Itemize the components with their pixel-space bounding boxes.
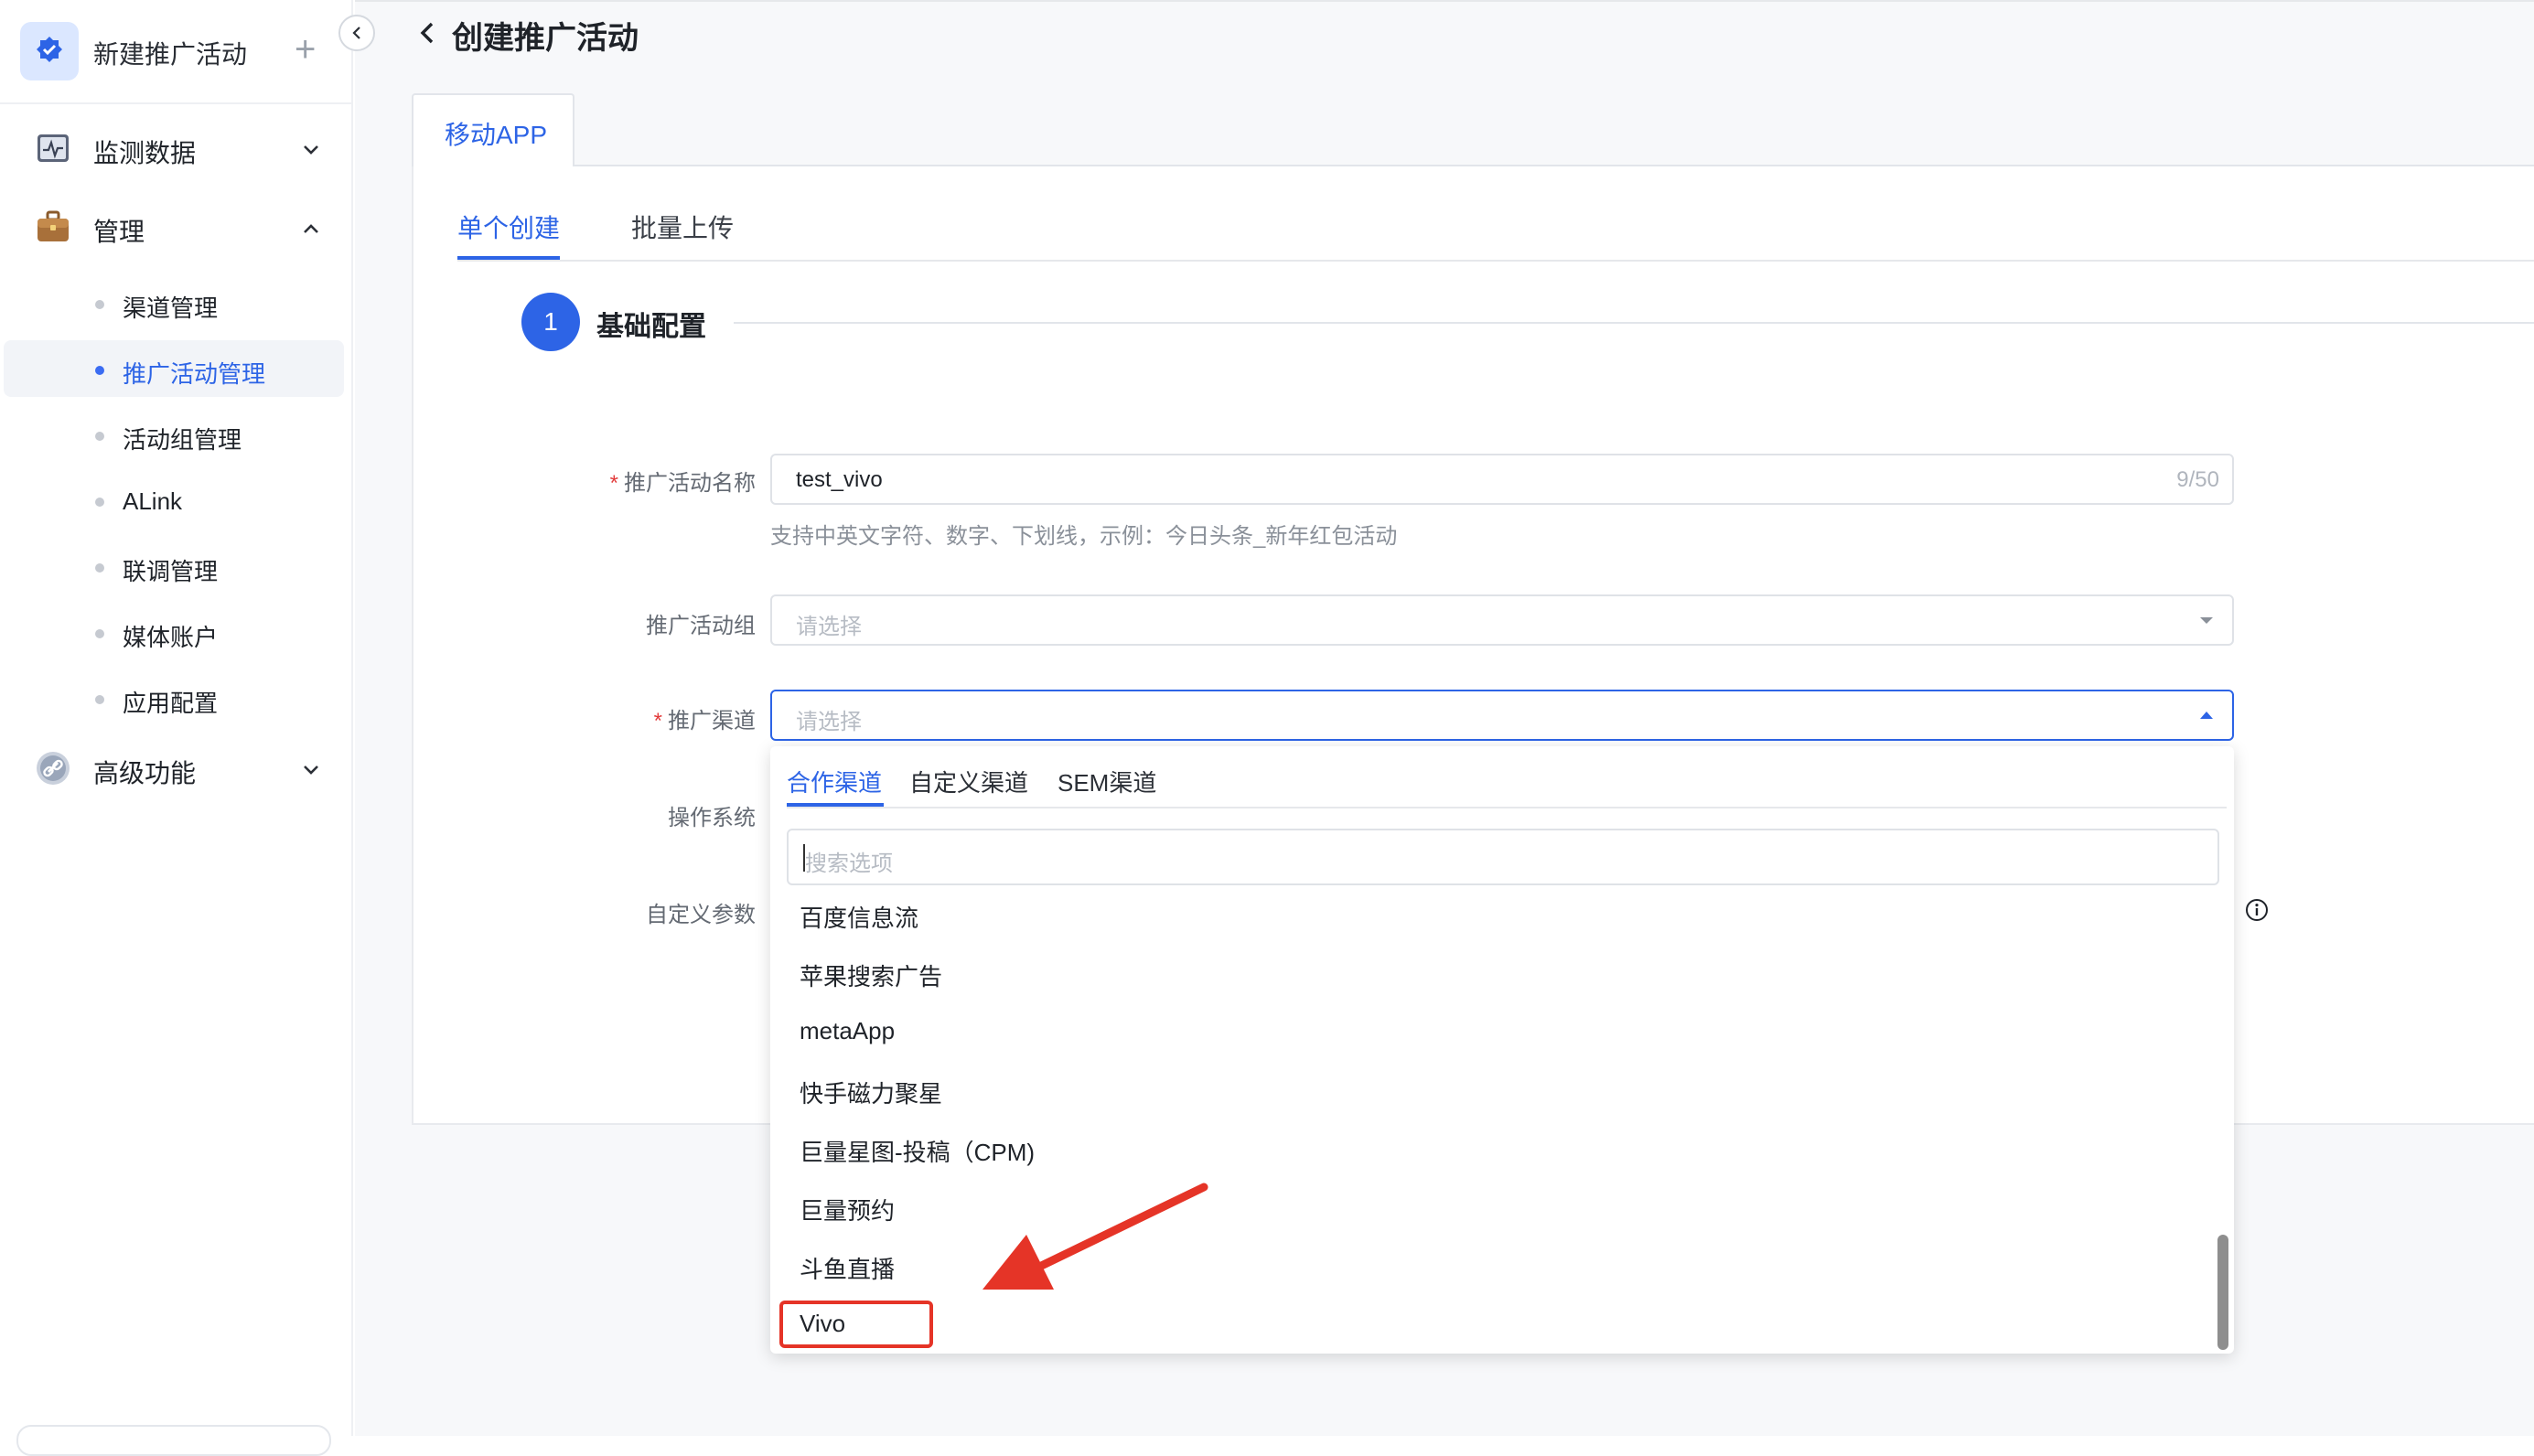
subtab-single-create[interactable]: 单个创建 xyxy=(457,209,560,245)
new-activity-header[interactable]: 新建推广活动 + xyxy=(0,0,353,104)
sidebar-item-label: 渠道管理 xyxy=(123,294,219,322)
label-text: 推广活动组 xyxy=(646,614,756,638)
sidebar-group-management[interactable]: 管理 xyxy=(0,194,353,258)
sidebar-group-label: 监测数据 xyxy=(93,139,197,167)
bullet-dot xyxy=(95,498,104,507)
step-divider xyxy=(734,322,2534,324)
dropdown-search-input[interactable]: 搜索选项 xyxy=(787,829,2219,885)
campaign-name-hint: 支持中英文字符、数字、下划线，示例：今日头条_新年红包活动 xyxy=(770,524,1398,549)
sidebar-item-joint-debug[interactable]: 联调管理 xyxy=(4,538,344,594)
dropdown-option[interactable]: 斗鱼直播 xyxy=(800,1251,895,1285)
sidebar-item-label: 媒体账户 xyxy=(123,624,219,651)
sidebar-group-monitoring[interactable]: 监测数据 xyxy=(0,115,353,179)
top-divider xyxy=(355,0,2534,2)
dropdown-option[interactable]: 巨量预约 xyxy=(800,1193,895,1226)
caret-up-icon xyxy=(2197,708,2216,727)
sidebar-item-app-config[interactable]: 应用配置 xyxy=(4,669,344,726)
plus-icon[interactable]: + xyxy=(295,31,316,68)
tab-mobile-app-label: 移动APP xyxy=(445,121,548,149)
sidebar-item-campaign-management[interactable]: 推广活动管理 xyxy=(4,340,344,397)
bullet-dot xyxy=(95,695,104,704)
bullet-dot xyxy=(95,629,104,638)
sidebar-item-label: 活动组管理 xyxy=(123,426,242,454)
sidebar-item-label: 联调管理 xyxy=(123,558,219,585)
field-label-os: 操作系统 xyxy=(481,799,756,831)
channel-placeholder: 请选择 xyxy=(796,710,862,734)
step-title: 基础配置 xyxy=(596,312,706,342)
subtab-batch-upload[interactable]: 批量上传 xyxy=(631,209,734,245)
dropdown-scrollbar[interactable] xyxy=(2217,1235,2228,1350)
badge-check-icon xyxy=(20,22,79,80)
sidebar-item-label: 推广活动管理 xyxy=(123,360,266,388)
label-text: 推广活动名称 xyxy=(624,471,756,496)
collapse-sidebar-button[interactable] xyxy=(338,15,375,51)
sidebar: 新建推广活动 + 监测数据 管理 渠道管理 推广活动管理 活动组管理 ALink… xyxy=(0,0,353,1456)
info-icon[interactable] xyxy=(2245,898,2269,922)
required-mark: * xyxy=(609,471,618,496)
briefcase-icon xyxy=(35,209,71,245)
sidebar-item-group-management[interactable]: 活动组管理 xyxy=(4,406,344,463)
tab-mobile-app[interactable]: 移动APP xyxy=(412,93,574,166)
page-title: 创建推广活动 xyxy=(452,21,639,56)
channel-select[interactable]: 请选择 xyxy=(770,690,2234,741)
subtab-divider xyxy=(457,260,2534,262)
chevron-down-icon xyxy=(298,757,324,783)
search-placeholder: 搜索选项 xyxy=(805,851,893,876)
caret-down-icon xyxy=(2197,613,2216,632)
sidebar-group-advanced[interactable]: 高级功能 xyxy=(0,735,353,799)
sidebar-footer-control[interactable] xyxy=(16,1425,331,1456)
bullet-dot xyxy=(95,563,104,573)
active-dropdown-tab-indicator xyxy=(787,803,884,807)
link-icon xyxy=(35,750,71,787)
new-activity-label: 新建推广活动 xyxy=(93,40,248,69)
sidebar-group-label: 管理 xyxy=(93,218,145,246)
dropdown-tab-partner[interactable]: 合作渠道 xyxy=(787,765,882,798)
campaign-group-select[interactable]: 请选择 xyxy=(770,594,2234,646)
label-text: 推广渠道 xyxy=(668,709,756,733)
campaign-name-input[interactable]: test_vivo 9/50 xyxy=(770,454,2234,505)
step-number: 1 xyxy=(521,293,580,351)
dropdown-option[interactable]: 百度信息流 xyxy=(800,900,918,934)
bullet-dot xyxy=(95,366,104,375)
dropdown-option[interactable]: 巨量星图-投稿（CPM) xyxy=(800,1134,1035,1168)
field-label-channel: * 推广渠道 xyxy=(481,702,756,734)
chevron-up-icon xyxy=(298,216,324,241)
dropdown-tab-custom[interactable]: 自定义渠道 xyxy=(909,765,1028,798)
label-text: 自定义参数 xyxy=(646,903,756,927)
dropdown-tab-sem[interactable]: SEM渠道 xyxy=(1058,765,1156,798)
dropdown-option[interactable]: 苹果搜索广告 xyxy=(800,958,942,992)
field-label-custom-params: 自定义参数 xyxy=(481,896,756,928)
tab-divider xyxy=(574,165,2534,166)
campaign-name-value: test_vivo xyxy=(796,467,883,492)
chevron-down-icon xyxy=(298,137,324,163)
sidebar-item-channel-management[interactable]: 渠道管理 xyxy=(4,274,344,331)
required-mark: * xyxy=(653,709,662,733)
campaign-group-placeholder: 请选择 xyxy=(796,615,862,639)
dropdown-option[interactable]: metaApp xyxy=(800,1017,895,1045)
field-label-campaign-name: * 推广活动名称 xyxy=(481,465,756,497)
char-counter: 9/50 xyxy=(2176,467,2219,492)
field-label-campaign-group: 推广活动组 xyxy=(481,607,756,639)
bullet-dot xyxy=(95,432,104,441)
dropdown-option[interactable]: 快手磁力聚星 xyxy=(800,1076,942,1109)
back-arrow-icon[interactable] xyxy=(415,18,441,48)
label-text: 操作系统 xyxy=(668,806,756,830)
bullet-dot xyxy=(95,300,104,309)
annotation-arrow-icon xyxy=(970,1171,1226,1312)
sidebar-item-media-account[interactable]: 媒体账户 xyxy=(4,604,344,660)
sidebar-item-alink[interactable]: ALink xyxy=(4,472,344,529)
chart-monitor-icon xyxy=(35,130,71,166)
sidebar-group-label: 高级功能 xyxy=(93,759,197,787)
sidebar-item-label: 应用配置 xyxy=(123,690,219,717)
sidebar-item-label: ALink xyxy=(123,487,183,515)
highlight-box xyxy=(779,1301,933,1348)
active-subtab-indicator xyxy=(457,256,560,260)
dropdown-tab-divider xyxy=(787,807,2227,808)
